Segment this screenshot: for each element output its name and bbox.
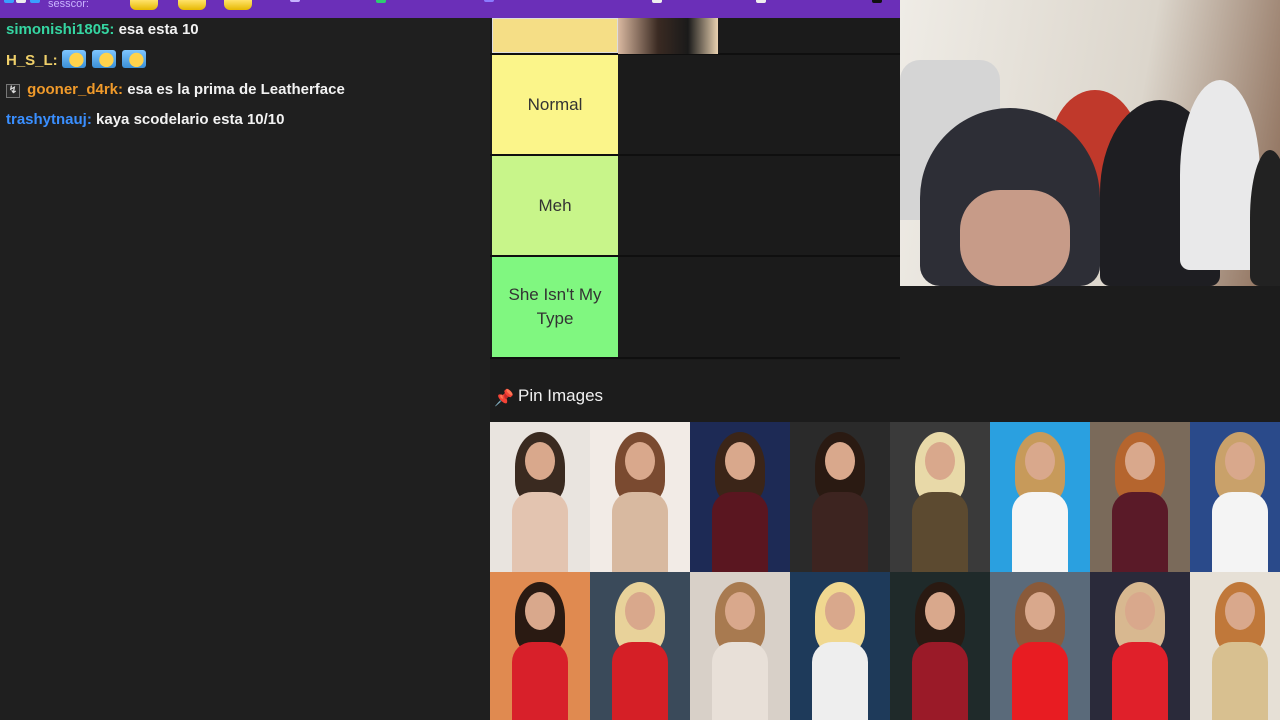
emote-icon [178,0,206,10]
badge-icon [484,0,494,2]
top-chat-bar: sesscor: [0,0,900,18]
emote-icon [224,0,252,10]
chat-username[interactable]: trashytnauj: [6,111,92,128]
webcam-person [1180,80,1260,270]
tier-row [490,18,900,55]
chat-message: simonishi1805: esa esta 10 [6,20,199,40]
chat-username[interactable]: H_S_L: [6,52,58,69]
chat-username[interactable]: gooner_d4rk: [27,81,123,98]
badge-icon [16,0,26,3]
pin-image[interactable] [490,422,590,572]
webcam-person [1250,150,1280,286]
stream-frame: sesscor: simonishi1805: esa esta 10 H_S_… [0,0,1280,720]
emote-icon [91,50,116,68]
pin-images-label: Pin Images [518,386,604,405]
tier-dropzone[interactable] [618,55,900,154]
chat-message: trashytnauj: kaya scodelario esta 10/10 [6,110,285,130]
pin-image[interactable] [690,572,790,720]
badge-icon [872,0,882,3]
badge-icon: ↯ [6,84,20,98]
tier-label[interactable]: She Isn't My Type [492,257,618,357]
tier-image[interactable] [618,18,718,54]
tier-label[interactable]: Meh [492,156,618,255]
badge-icon [290,0,300,2]
emote-icon [121,50,146,68]
pin-image[interactable] [1090,422,1190,572]
emote-icon [61,50,86,68]
pin-image[interactable] [690,422,790,572]
pin-image[interactable] [990,422,1090,572]
badge-icon [756,0,766,3]
tier-label[interactable]: Normal [492,55,618,154]
badge-icon [376,0,386,3]
top-username[interactable]: sesscor: [48,0,89,10]
emote-icon [130,0,158,10]
pin-images-section: 📌 Pin Images [490,360,1280,720]
pin-image[interactable] [1190,422,1280,572]
pin-image[interactable] [1090,572,1190,720]
pin-image[interactable] [790,572,890,720]
chat-text: esa es la prima de Leatherface [127,81,345,98]
tier-row: Meh [490,156,900,257]
chat-message: ↯ gooner_d4rk: esa es la prima de Leathe… [6,80,345,100]
tier-dropzone[interactable] [618,156,900,255]
pin-image[interactable] [890,572,990,720]
badge-icon [652,0,662,3]
chat-message: H_S_L: [6,50,152,71]
streamer-face [960,190,1070,286]
badge-icon [4,0,14,3]
pin-image[interactable] [990,572,1090,720]
pin-image[interactable] [790,422,890,572]
pin-image[interactable] [1190,572,1280,720]
pin-image[interactable] [890,422,990,572]
chat-text: esa esta 10 [118,21,199,38]
pin-icon: 📌 [494,390,514,407]
webcam-feed [900,0,1280,286]
tier-dropzone[interactable] [618,257,900,357]
tier-row: She Isn't My Type [490,257,900,359]
pin-image[interactable] [490,572,590,720]
pin-images-title: 📌 Pin Images [494,386,604,407]
tier-list: Normal Meh She Isn't My Type [490,18,900,360]
tier-label[interactable] [492,18,618,53]
chat-username[interactable]: simonishi1805: [6,21,114,38]
tier-row: Normal [490,55,900,156]
tier-dropzone[interactable] [618,18,900,54]
badge-icon [30,0,40,3]
chat-panel: simonishi1805: esa esta 10 H_S_L: ↯ goon… [0,18,490,720]
pin-image[interactable] [590,572,690,720]
chat-text: kaya scodelario esta 10/10 [96,111,285,128]
pin-image[interactable] [590,422,690,572]
